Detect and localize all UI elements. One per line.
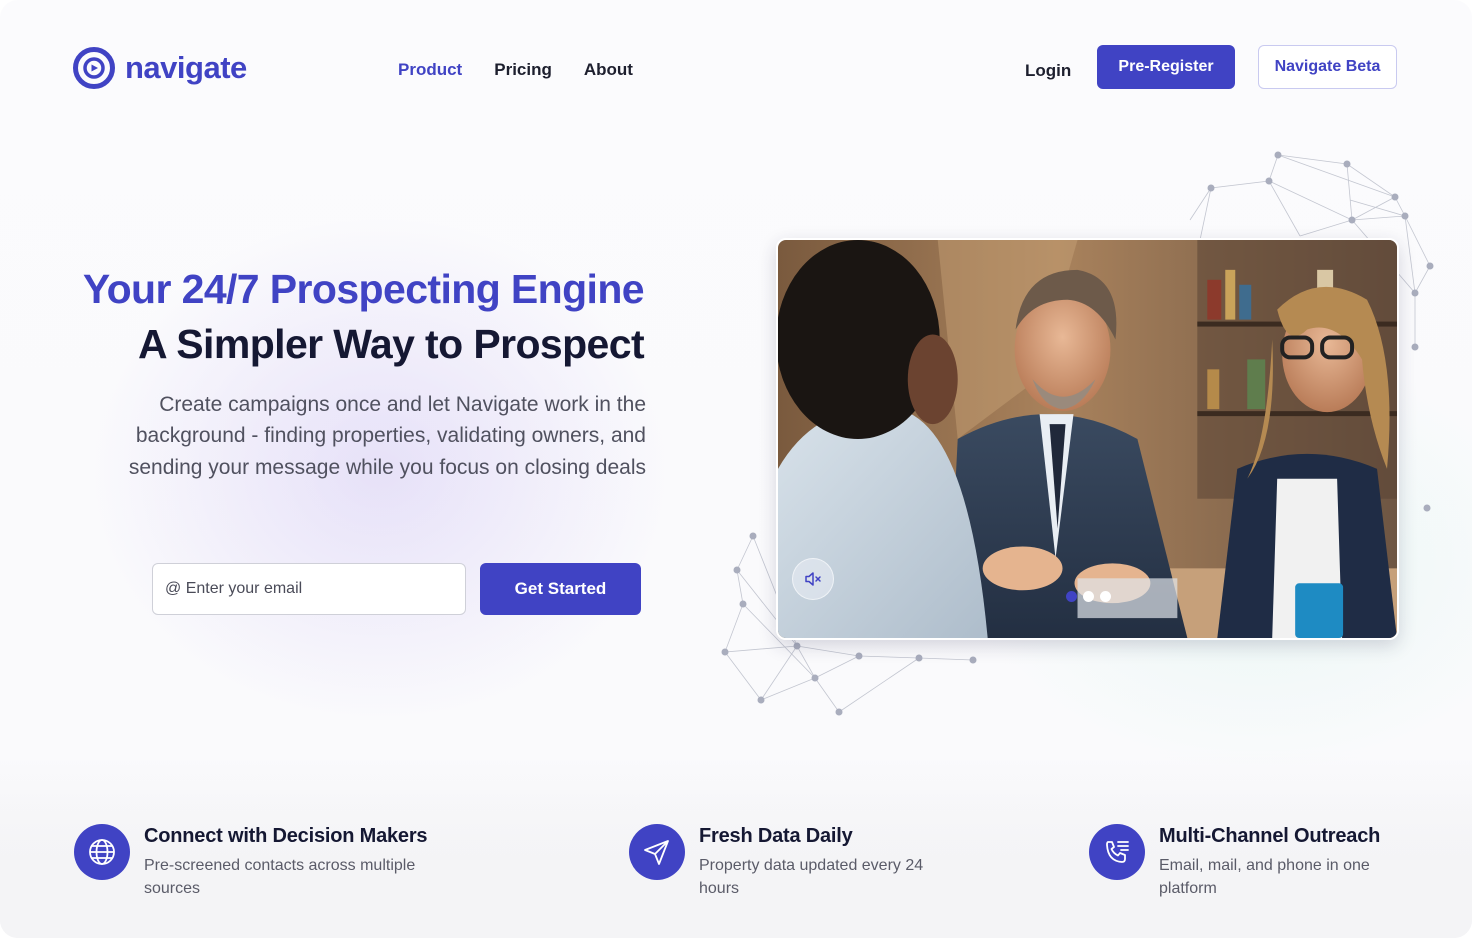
feature-decision-makers: Connect with Decision Makers Pre-screene… (74, 824, 464, 900)
pre-register-button[interactable]: Pre-Register (1097, 45, 1235, 89)
hero-description: Create campaigns once and let Navigate w… (128, 393, 646, 479)
nav-pricing[interactable]: Pricing (494, 60, 552, 80)
feature-description: Pre-screened contacts across multiple so… (144, 857, 416, 897)
main-nav: Product Pricing About (398, 60, 633, 80)
nav-about[interactable]: About (584, 60, 633, 80)
logo-mark-icon (73, 47, 115, 89)
feature-description: Property data updated every 24 hours (699, 857, 924, 897)
features-section: Connect with Decision Makers Pre-screene… (0, 772, 1472, 938)
phone-list-icon (1089, 824, 1145, 880)
globe-icon (74, 824, 130, 880)
logo-text: navigate (125, 50, 247, 85)
page: navigate Product Pricing About Login Pre… (0, 0, 1472, 944)
feature-description: Email, mail, and phone in one platform (1159, 857, 1370, 897)
hero-title-primary: Your 24/7 Prospecting Engine (82, 266, 645, 312)
carousel-dots (1066, 591, 1111, 602)
mute-button[interactable] (792, 558, 834, 600)
hero-title-secondary: A Simpler Way to Prospect (138, 321, 645, 367)
volume-muted-icon (805, 572, 821, 586)
carousel-dot-3[interactable] (1100, 591, 1111, 602)
carousel-dot-2[interactable] (1083, 591, 1094, 602)
hero-video[interactable] (776, 238, 1399, 640)
logo[interactable]: navigate (72, 46, 247, 90)
feature-multi-channel: Multi-Channel Outreach Email, mail, and … (1089, 824, 1409, 900)
feature-title: Fresh Data Daily (699, 825, 853, 847)
carousel-dot-1[interactable] (1066, 591, 1077, 602)
meeting-photo (778, 240, 1397, 638)
login-link[interactable]: Login (1025, 61, 1071, 81)
landing-card: navigate Product Pricing About Login Pre… (0, 0, 1472, 938)
feature-title: Connect with Decision Makers (144, 825, 428, 847)
feature-title: Multi-Channel Outreach (1159, 825, 1381, 847)
email-input[interactable] (152, 563, 466, 615)
send-icon (629, 824, 685, 880)
get-started-button[interactable]: Get Started (480, 563, 641, 615)
navigate-beta-button[interactable]: Navigate Beta (1258, 45, 1397, 89)
feature-fresh-data: Fresh Data Daily Property data updated e… (629, 824, 939, 900)
nav-product[interactable]: Product (398, 60, 462, 80)
